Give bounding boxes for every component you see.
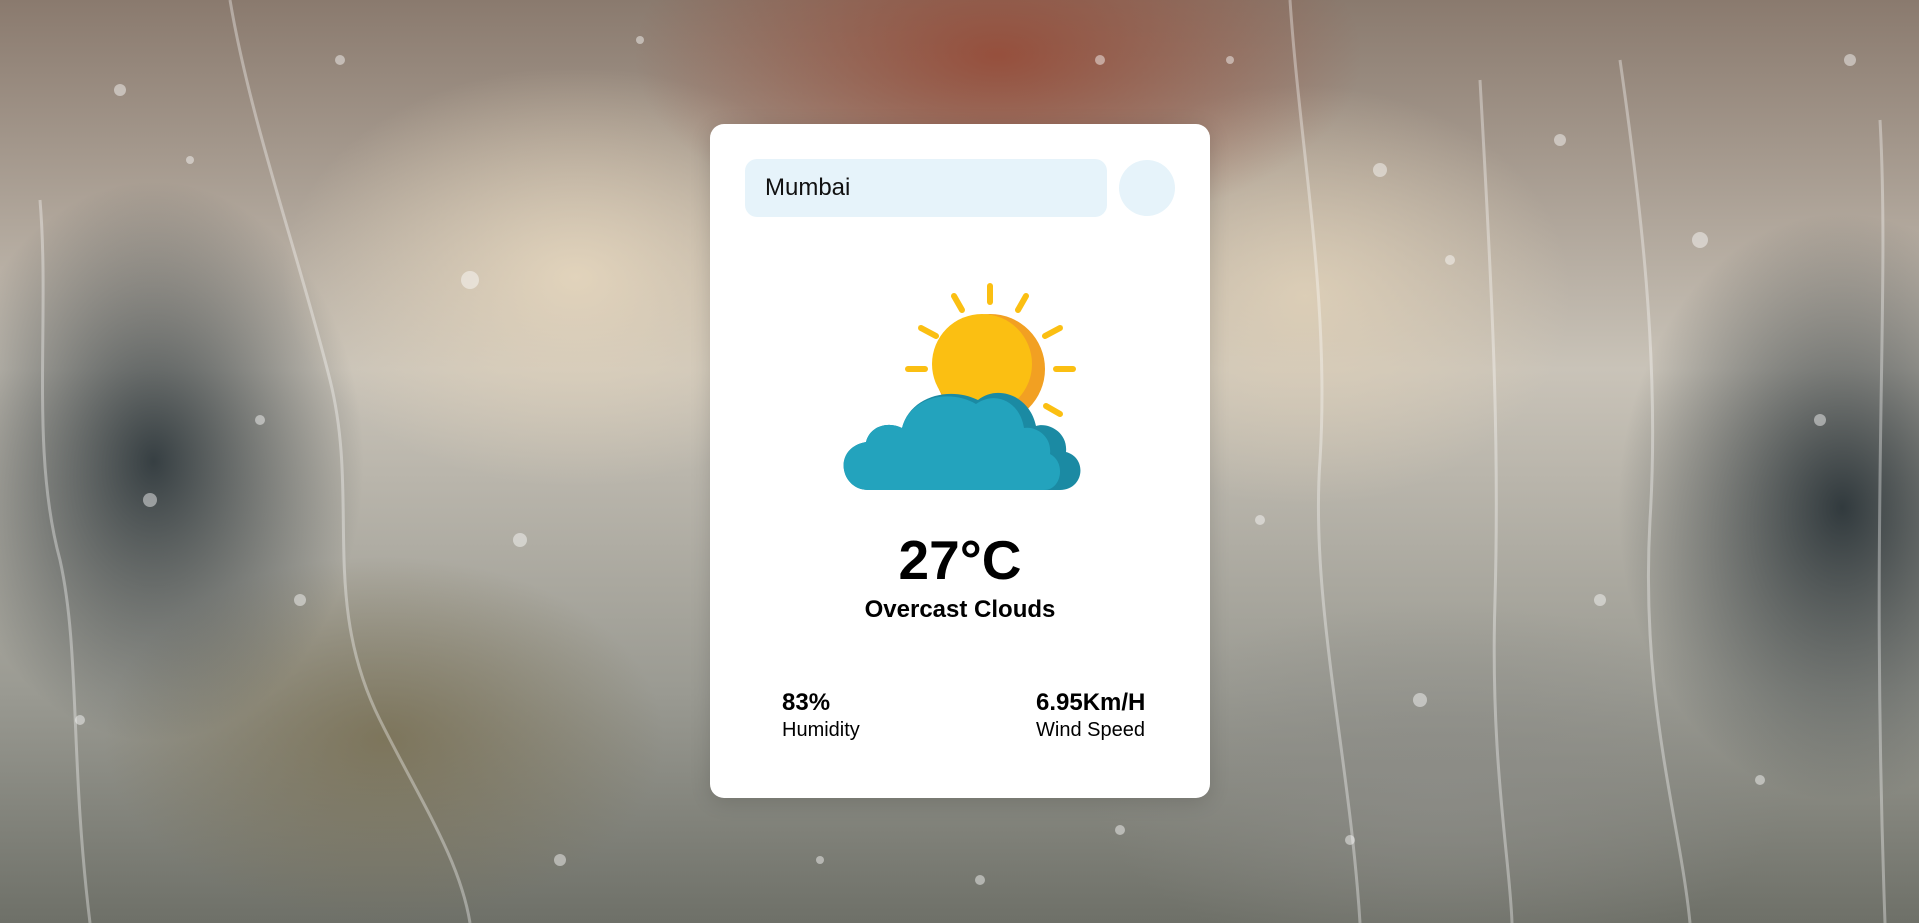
search-bar (745, 159, 1175, 217)
wind-speed-label: Wind Speed (1036, 719, 1145, 741)
partly-cloudy-sun-icon (843, 283, 1081, 490)
search-button[interactable] (1119, 160, 1175, 216)
wind-speed-value: 6.95Km/H (1036, 689, 1146, 716)
humidity-value: 83% (782, 689, 831, 716)
humidity-stat: 83% Humidity (782, 688, 860, 742)
temperature-value: 27°C (898, 529, 1022, 591)
weather-card: 27°C Overcast Clouds 83% Humidity 6.95Km… (710, 124, 1210, 798)
city-search-input[interactable] (745, 159, 1107, 217)
wind-speed-stat: 6.95Km/H Wind Speed (1036, 688, 1145, 742)
weather-description: Overcast Clouds (864, 596, 1056, 623)
humidity-label: Humidity (782, 719, 860, 741)
